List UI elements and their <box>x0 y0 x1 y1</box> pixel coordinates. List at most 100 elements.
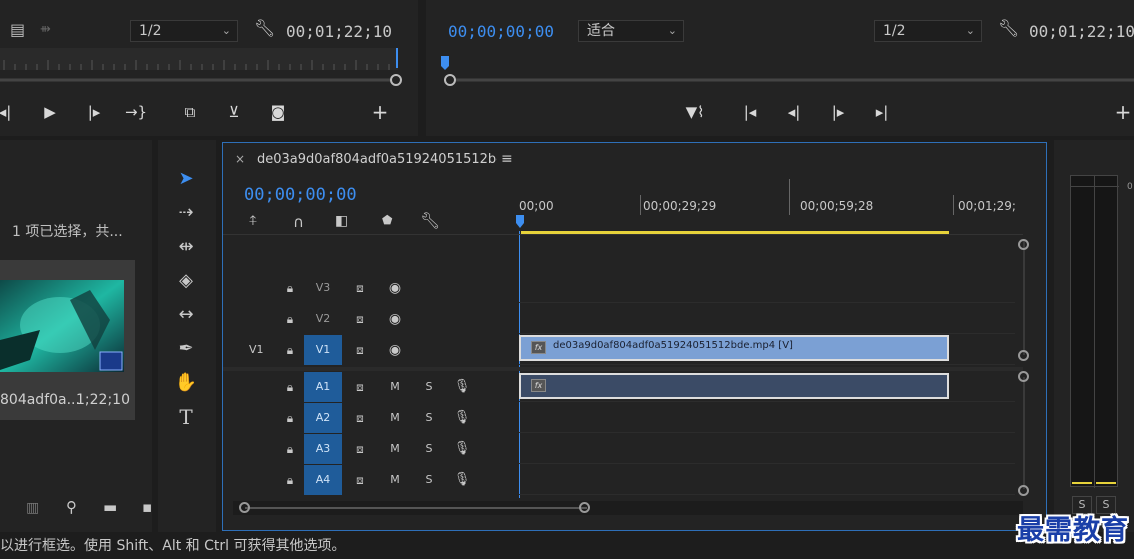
play-icon[interactable]: ▶ <box>37 102 63 122</box>
sync-lock-icon[interactable]: ⧈ <box>351 335 369 365</box>
ripple-edit-tool-icon[interactable]: ⇹ <box>172 234 200 260</box>
program-zoom-dropdown[interactable]: 适合 ⌄ <box>578 20 684 42</box>
go-to-out-icon[interactable]: →} <box>123 102 149 122</box>
video-track-lane[interactable] <box>519 273 1015 303</box>
insert-arrows-icon[interactable]: ⇻ <box>40 22 51 37</box>
audio-track-lane[interactable] <box>519 434 1015 464</box>
audio-track-header[interactable]: 🔒︎ A4 ⧈ M S 🎙︎ <box>223 465 518 495</box>
timeline-playhead-timecode[interactable]: 00;00;00;00 <box>244 185 357 205</box>
linked-selection-icon[interactable]: ◧ <box>335 213 348 229</box>
track-target[interactable]: A2 <box>304 403 342 433</box>
folder-icon[interactable]: ▬ <box>103 498 117 516</box>
bin-icon[interactable]: ▥ <box>26 500 39 516</box>
video-track-header[interactable]: 🔒︎ V2 ⧈ ◉ <box>223 304 518 334</box>
sync-lock-icon[interactable]: ⧈ <box>351 372 369 402</box>
audio-track-header[interactable]: 🔒︎ A1 ⧈ M S 🎙︎ <box>223 372 518 402</box>
video-track-header[interactable]: V1 🔒︎ V1 ⧈ ◉ <box>223 335 518 365</box>
track-target[interactable]: A3 <box>304 434 342 464</box>
sync-lock-icon[interactable]: ⧈ <box>351 465 369 495</box>
source-scrub-bar[interactable] <box>0 48 418 88</box>
eye-icon[interactable]: ◉ <box>386 273 404 303</box>
clip-thumbnail-card[interactable]: 804adf0a... 1;22;10 <box>0 260 135 420</box>
track-target[interactable]: A1 <box>304 372 342 402</box>
zoom-scroll-bar[interactable] <box>233 501 1023 515</box>
video-scroll-handle[interactable] <box>1018 239 1029 250</box>
razor-tool-icon[interactable]: ◈ <box>172 268 200 294</box>
video-scroll-handle[interactable] <box>1018 350 1029 361</box>
video-track-header[interactable]: 🔒︎ V3 ⧈ ◉ <box>223 273 518 303</box>
overwrite-icon[interactable]: ⊻ <box>221 102 247 122</box>
microphone-icon[interactable]: 🎙︎ <box>453 372 471 402</box>
video-track-lane[interactable] <box>519 304 1015 334</box>
program-resolution-dropdown[interactable]: 1/2 ⌄ <box>874 20 982 42</box>
lock-icon[interactable]: 🔒︎ <box>281 434 299 464</box>
zoom-handle-right[interactable] <box>579 502 590 513</box>
insert-icon[interactable]: ⧉ <box>177 102 203 122</box>
eye-icon[interactable]: ◉ <box>386 304 404 334</box>
panel-menu-icon[interactable]: ≡ <box>501 151 513 167</box>
go-to-in-icon[interactable]: |◂ <box>737 102 763 122</box>
wrench-icon[interactable]: 🔧︎ <box>998 19 1020 39</box>
solo-button[interactable]: S <box>420 434 438 464</box>
audio-clip[interactable]: fx <box>519 373 949 399</box>
sync-lock-icon[interactable]: ⧈ <box>351 403 369 433</box>
lock-icon[interactable]: 🔒︎ <box>281 273 299 303</box>
audio-track-header[interactable]: 🔒︎ A3 ⧈ M S 🎙︎ <box>223 434 518 464</box>
mute-button[interactable]: M <box>386 465 404 495</box>
microphone-icon[interactable]: 🎙︎ <box>453 434 471 464</box>
wrench-icon[interactable]: 🔧︎ <box>420 211 440 230</box>
film-icon[interactable]: ▤ <box>10 20 25 39</box>
track-target[interactable]: V2 <box>304 304 342 334</box>
step-back-icon[interactable]: ◂| <box>0 102 18 122</box>
solo-button[interactable]: S <box>420 403 438 433</box>
new-item-icon[interactable]: ▪ <box>142 498 152 516</box>
lock-icon[interactable]: 🔒︎ <box>281 403 299 433</box>
microphone-icon[interactable]: 🎙︎ <box>453 465 471 495</box>
selection-tool-icon[interactable]: ➤ <box>172 166 200 192</box>
audio-track-header[interactable]: 🔒︎ A2 ⧈ M S 🎙︎ <box>223 403 518 433</box>
solo-button[interactable]: S <box>420 465 438 495</box>
time-ruler[interactable]: 00;00 00;00;29;29 00;00;59;28 00;01;29; <box>516 173 1015 235</box>
slip-tool-icon[interactable]: ↔ <box>172 302 200 328</box>
track-target[interactable]: A4 <box>304 465 342 495</box>
video-clip[interactable]: fx de03a9d0af804adf0a51924051512bde.mp4 … <box>519 335 949 361</box>
track-target[interactable]: V3 <box>304 273 342 303</box>
audio-scroll-handle[interactable] <box>1018 485 1029 496</box>
audio-track-lane[interactable] <box>519 465 1015 495</box>
lock-icon[interactable]: 🔒︎ <box>281 304 299 334</box>
lift-extract-icon[interactable]: ▼⌇ <box>682 102 708 122</box>
lock-icon[interactable]: 🔒︎ <box>281 335 299 365</box>
nest-icon[interactable]: ⍏ <box>249 213 257 229</box>
track-select-tool-icon[interactable]: ⇢ <box>172 200 200 226</box>
lock-icon[interactable]: 🔒︎ <box>281 465 299 495</box>
go-to-out-icon[interactable]: ▸| <box>869 102 895 122</box>
sequence-tab[interactable]: de03a9d0af804adf0a51924051512bde <box>257 152 497 167</box>
sync-lock-icon[interactable]: ⧈ <box>351 434 369 464</box>
program-playhead-timecode[interactable]: 00;00;00;00 <box>448 22 554 41</box>
pen-tool-icon[interactable]: ✒ <box>172 336 200 362</box>
microphone-icon[interactable]: 🎙︎ <box>453 403 471 433</box>
playhead-marker[interactable] <box>516 215 526 231</box>
program-scrub-bar[interactable] <box>426 52 1134 88</box>
add-button-icon[interactable]: + <box>1110 102 1134 122</box>
mute-button[interactable]: M <box>386 372 404 402</box>
hand-tool-icon[interactable]: ✋ <box>172 370 200 396</box>
source-resolution-dropdown[interactable]: 1/2 ⌄ <box>130 20 238 42</box>
lock-icon[interactable]: 🔒︎ <box>281 372 299 402</box>
type-tool-icon[interactable]: T <box>172 404 200 430</box>
step-forward-icon[interactable]: |▸ <box>825 102 851 122</box>
video-audio-divider[interactable] <box>223 367 1023 371</box>
close-icon[interactable]: × <box>235 152 245 166</box>
snap-magnet-icon[interactable]: ∩ <box>293 213 304 231</box>
step-back-icon[interactable]: ◂| <box>781 102 807 122</box>
audio-scroll-handle[interactable] <box>1018 371 1029 382</box>
add-marker-icon[interactable]: ⬟ <box>382 213 392 227</box>
sync-lock-icon[interactable]: ⧈ <box>351 273 369 303</box>
mute-button[interactable]: M <box>386 403 404 433</box>
camera-icon[interactable]: ◙ <box>265 102 291 122</box>
track-target[interactable]: V1 <box>304 335 342 365</box>
mute-button[interactable]: M <box>386 434 404 464</box>
search-icon[interactable]: ⚲ <box>66 498 77 516</box>
solo-button[interactable]: S <box>420 372 438 402</box>
zoom-handle-left[interactable] <box>239 502 250 513</box>
